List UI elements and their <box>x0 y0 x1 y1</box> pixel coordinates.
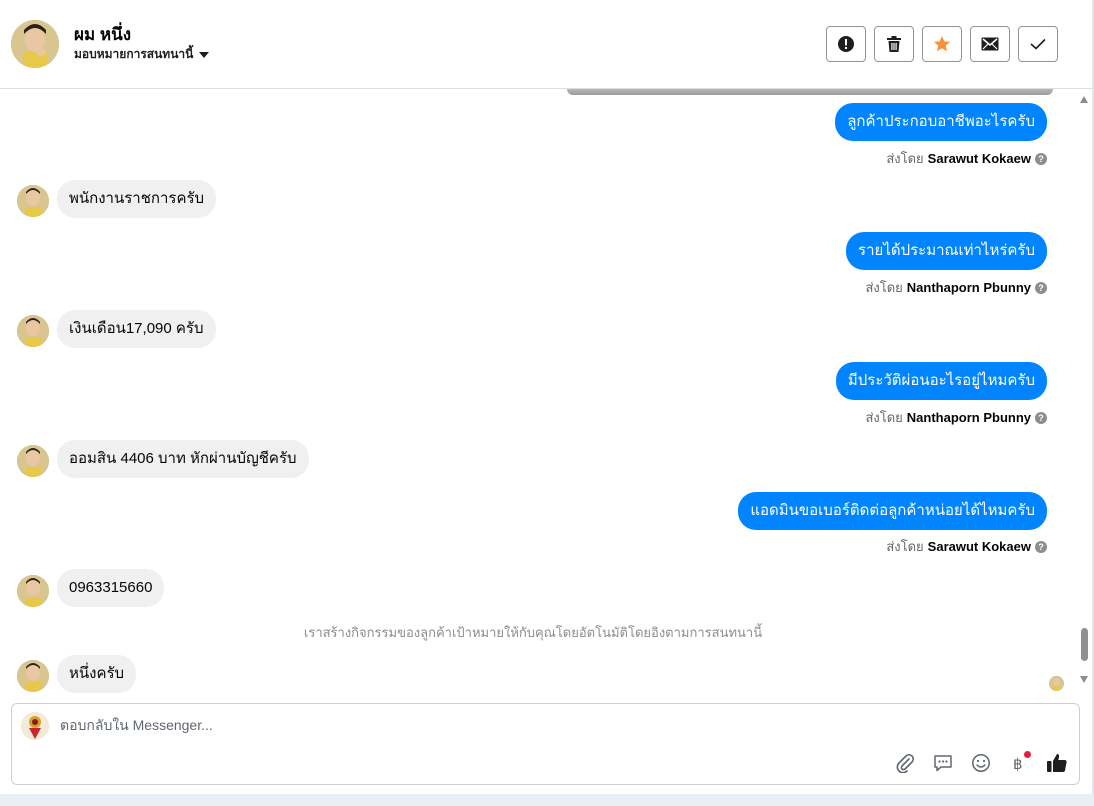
incoming-message[interactable]: 0963315660 <box>57 569 165 607</box>
caret-down-icon <box>199 52 210 58</box>
system-note: เราสร้างกิจกรรมของลูกค้าเป้าหมายให้กับคุ… <box>303 625 763 640</box>
contact-avatar-small[interactable] <box>17 575 49 607</box>
sent-by-info: ส่งโดย Sarawut Kokaew ? <box>886 148 1047 169</box>
attach-file-button[interactable] <box>893 751 917 775</box>
sent-by-info: ส่งโดย Sarawut Kokaew ? <box>886 536 1047 557</box>
help-icon[interactable]: ? <box>1035 152 1047 165</box>
incoming-message[interactable]: เงินเดือน17,090 ครับ <box>57 310 216 348</box>
assign-conversation-dropdown[interactable]: มอบหมายการสนทนานี้ <box>74 45 210 64</box>
paperclip-icon <box>896 753 915 773</box>
contact-avatar-small[interactable] <box>17 660 49 692</box>
seen-indicator-avatar <box>1049 676 1064 691</box>
reply-composer: ฿ <box>11 703 1080 785</box>
help-icon[interactable]: ? <box>1035 281 1047 294</box>
mark-unread-button[interactable] <box>970 26 1010 62</box>
help-icon[interactable]: ? <box>1035 411 1047 424</box>
sent-by-label: ส่งโดย <box>886 151 924 166</box>
thumbs-up-icon <box>1047 754 1067 772</box>
composer-tools: ฿ <box>893 751 1069 775</box>
payment-button[interactable]: ฿ <box>1007 751 1031 775</box>
outgoing-message[interactable]: รายได้ประมาณเท่าไหร่ครับ <box>846 232 1047 270</box>
notification-dot <box>1024 751 1031 758</box>
scroll-up-arrow-icon[interactable] <box>1080 96 1088 103</box>
contact-avatar-small[interactable] <box>17 185 49 217</box>
sender-name: Sarawut Kokaew <box>927 539 1031 554</box>
contact-avatar-small[interactable] <box>17 445 49 477</box>
contact-avatar-small[interactable] <box>17 315 49 347</box>
page-avatar <box>21 712 49 740</box>
saved-reply-icon <box>934 755 952 772</box>
contact-name: ผม หนึ่ง <box>74 25 132 44</box>
window-bottom-bar <box>0 794 1094 806</box>
help-icon[interactable]: ? <box>1035 540 1047 553</box>
header-actions <box>826 26 1058 62</box>
incoming-message[interactable]: พนักงานราชการครับ <box>57 180 217 218</box>
sent-by-info: ส่งโดย Nanthaporn Pbunny ? <box>865 277 1047 298</box>
mark-spam-button[interactable] <box>826 26 866 62</box>
envelope-icon <box>981 37 999 51</box>
outgoing-message[interactable]: ลูกค้าประกอบอาชีพอะไรครับ <box>835 103 1047 141</box>
assign-conversation-label: มอบหมายการสนทนานี้ <box>74 47 194 61</box>
sender-name: Sarawut Kokaew <box>927 151 1031 166</box>
emoji-button[interactable] <box>969 751 993 775</box>
message-scrollbar[interactable] <box>1076 90 1092 700</box>
like-button[interactable] <box>1045 751 1069 775</box>
scrollbar-thumb[interactable] <box>1081 628 1088 661</box>
sent-by-label: ส่งโดย <box>886 539 924 554</box>
contact-avatar[interactable] <box>11 20 59 68</box>
sender-name: Nanthaporn Pbunny <box>906 280 1031 295</box>
conversation-panel: ผม หนึ่ง มอบหมายการสนทนานี้ ลูกค้าประกอบ… <box>0 0 1094 806</box>
trash-icon <box>887 36 901 52</box>
reply-input[interactable] <box>60 717 660 733</box>
incoming-message[interactable]: ออมสิน 4406 บาท หักผ่านบัญชีครับ <box>57 440 309 478</box>
sent-by-label: ส่งโดย <box>865 280 903 295</box>
emoji-icon <box>972 754 990 772</box>
delete-button[interactable] <box>874 26 914 62</box>
star-button[interactable] <box>922 26 962 62</box>
mark-done-button[interactable] <box>1018 26 1058 62</box>
outgoing-message[interactable]: แอดมินขอเบอร์ติดต่อลูกค้าหน่อยได้ไหมครับ <box>738 492 1047 530</box>
sent-by-info: ส่งโดย Nanthaporn Pbunny ? <box>865 407 1047 428</box>
conversation-header: ผม หนึ่ง มอบหมายการสนทนานี้ <box>0 0 1092 89</box>
incoming-message[interactable]: หนึ่งครับ <box>57 655 137 693</box>
outgoing-message[interactable]: มีประวัติผ่อนอะไรอยู่ไหมครับ <box>835 362 1047 400</box>
previous-image-attachment[interactable] <box>567 89 1053 95</box>
sent-by-label: ส่งโดย <box>865 410 903 425</box>
scroll-down-arrow-icon[interactable] <box>1080 676 1088 683</box>
mark-spam-icon <box>838 36 854 52</box>
svg-text:฿: ฿ <box>1013 755 1023 773</box>
checkmark-icon <box>1030 38 1046 50</box>
sender-name: Nanthaporn Pbunny <box>906 410 1031 425</box>
star-icon <box>934 36 950 52</box>
saved-replies-button[interactable] <box>931 751 955 775</box>
